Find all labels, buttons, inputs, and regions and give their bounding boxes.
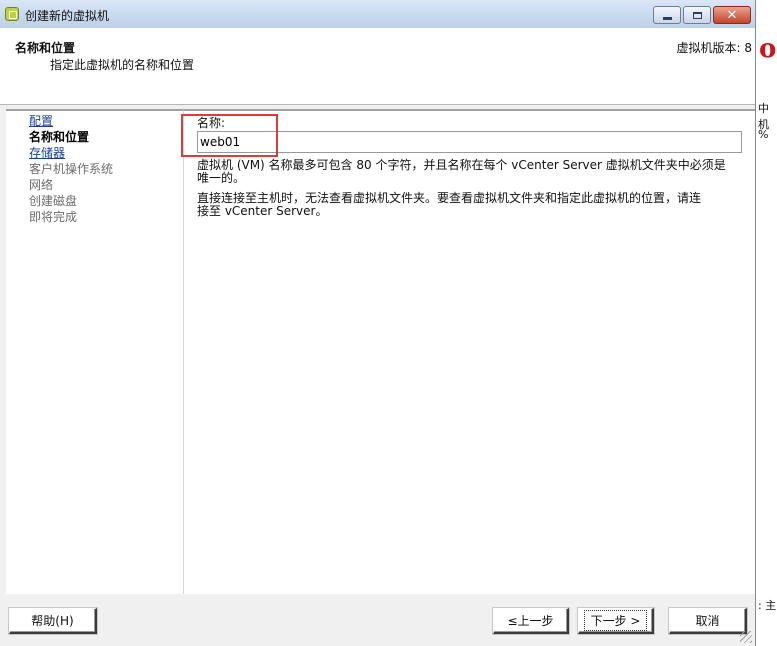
background-window-text-3: : 主	[758, 599, 777, 612]
close-button[interactable]: ✕	[713, 6, 751, 24]
step-config[interactable]: 配置	[29, 114, 53, 128]
next-button[interactable]: 下一步 >	[578, 608, 654, 634]
vm-name-input[interactable]	[197, 131, 742, 153]
step-name-location: 名称和位置	[29, 130, 90, 144]
resize-grip[interactable]	[740, 631, 752, 643]
wizard-content-panel: 名称: 虚拟机 (VM) 名称最多可包含 80 个字符，并且名称在每个 vCen…	[181, 109, 755, 622]
dialog-body: 名称和位置 指定此虚拟机的名称和位置 虚拟机版本: 8 配置 名称和位置 存储器…	[0, 28, 755, 646]
name-help-text: 虚拟机 (VM) 名称最多可包含 80 个字符，并且名称在每个 vCenter …	[197, 159, 737, 185]
wizard-header: 名称和位置 指定此虚拟机的名称和位置 虚拟机版本: 8	[0, 28, 755, 105]
cancel-button[interactable]: 取消	[669, 608, 747, 634]
name-help-line-1: 虚拟机 (VM) 名称最多可包含 80 个字符，并且名称在每个 vCenter …	[197, 158, 726, 172]
button-bar: 帮助(H) ≤上一步 下一步 > 取消	[0, 594, 755, 646]
step-network: 网络	[29, 178, 54, 192]
page-title: 名称和位置	[15, 41, 76, 55]
step-guest-os: 客户机操作系统	[29, 162, 114, 176]
minimize-icon	[662, 16, 672, 20]
background-window: o 中机 % : 主	[755, 0, 777, 646]
background-window-text-2: %	[758, 128, 769, 141]
maximize-button[interactable]	[683, 6, 711, 24]
minimize-button[interactable]	[653, 6, 681, 24]
close-icon: ✕	[726, 7, 738, 23]
wizard-steps-panel: 配置 名称和位置 存储器 客户机操作系统 网络 创建磁盘 即将完成	[6, 109, 184, 622]
name-field-label: 名称:	[197, 116, 226, 130]
help-button[interactable]: 帮助(H)	[9, 608, 97, 634]
step-ready-to-complete: 即将完成	[29, 210, 78, 224]
name-help-line-2: 唯一的。	[197, 171, 246, 185]
folder-help-text: 直接连接至主机时，无法查看虚拟机文件夹。要查看虚拟机文件夹和指定此虚拟机的位置，…	[197, 192, 737, 218]
title-bar[interactable]: 创建新的虚拟机 ✕	[0, 0, 755, 29]
vm-version-label: 虚拟机版本: 8	[676, 41, 753, 55]
vm-app-icon	[5, 7, 19, 21]
step-storage[interactable]: 存储器	[29, 146, 65, 160]
page-subtitle: 指定此虚拟机的名称和位置	[50, 58, 195, 72]
maximize-icon	[692, 11, 702, 19]
folder-help-line-2: 接至 vCenter Server。	[197, 204, 328, 218]
step-create-disk: 创建磁盘	[29, 194, 78, 208]
window-title: 创建新的虚拟机	[25, 9, 110, 23]
back-button[interactable]: ≤上一步	[493, 608, 569, 634]
next-button-label: 下一步 >	[583, 610, 648, 631]
background-window-red-text: o	[759, 34, 777, 64]
